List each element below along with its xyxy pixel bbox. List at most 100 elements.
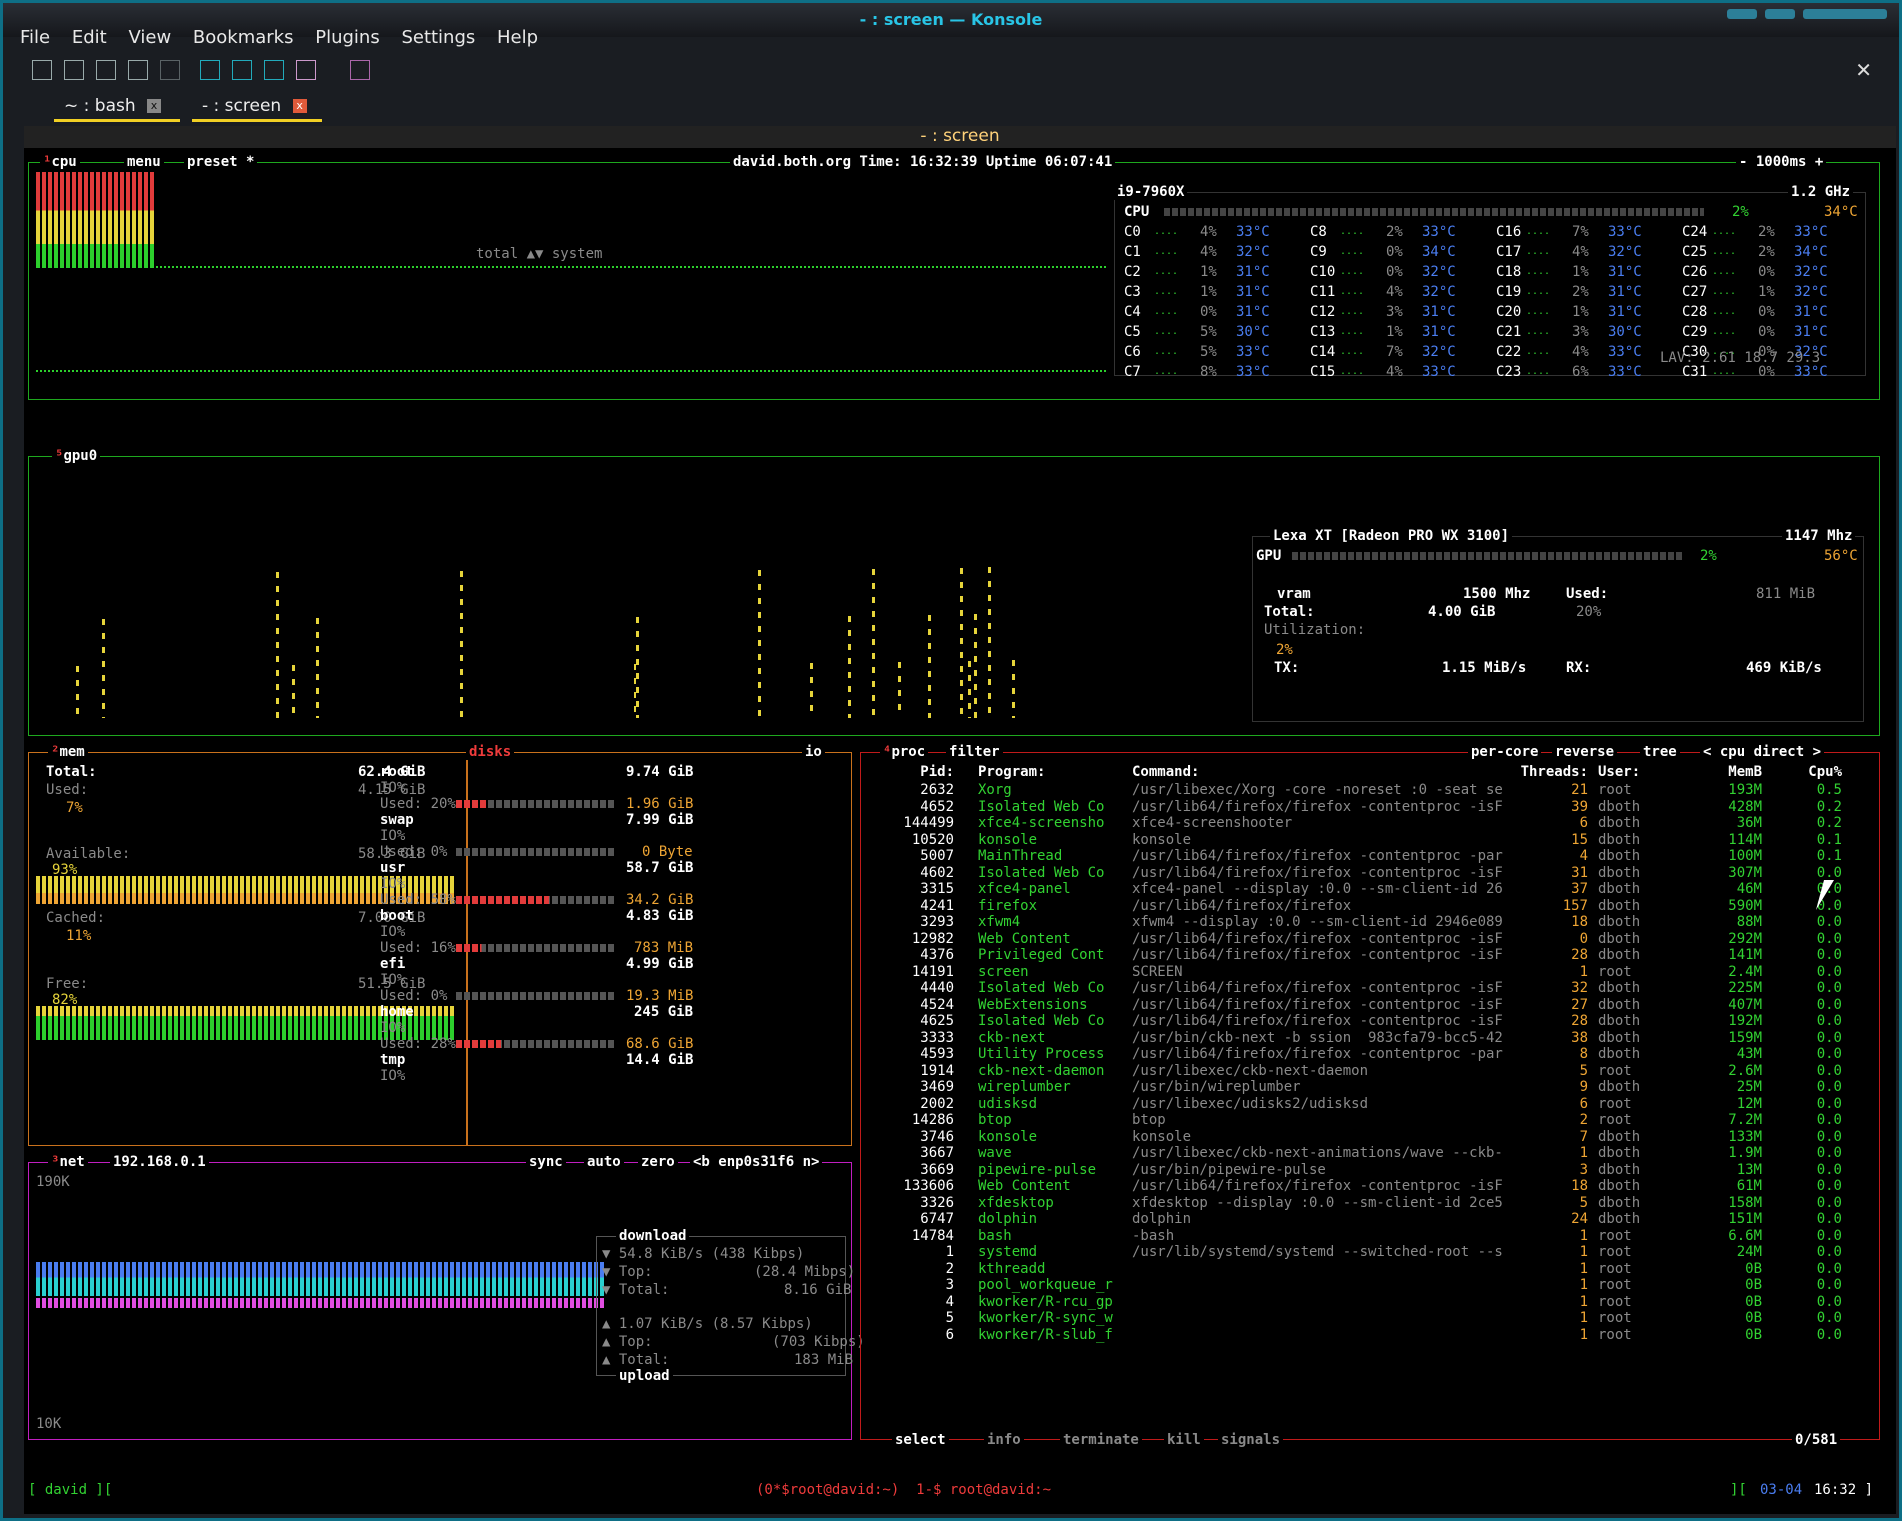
proc-tree[interactable]: tree: [1640, 744, 1680, 760]
chart-icon[interactable]: [296, 60, 316, 80]
profile-sliders-icon[interactable]: [264, 60, 284, 80]
io-toggle[interactable]: io: [802, 744, 825, 760]
proc-label[interactable]: ⁴proc: [880, 744, 929, 760]
net-auto[interactable]: auto: [584, 1154, 624, 1170]
terminal-area[interactable]: - : screen ¹cpu menu preset * david.both…: [24, 126, 1896, 1514]
proc-header-0[interactable]: Pid:: [894, 764, 954, 780]
proc-header-6[interactable]: Cpu%: [1762, 764, 1842, 780]
proc-pid: 4652: [920, 798, 954, 815]
proc-threads: 7: [1579, 1128, 1588, 1145]
proc-header-1[interactable]: Program:: [978, 764, 1045, 780]
net-sync[interactable]: sync: [526, 1154, 566, 1170]
proc-select[interactable]: select: [892, 1432, 949, 1448]
core-pct: 7%: [1572, 224, 1589, 240]
proc-user: dboth: [1598, 864, 1641, 881]
keyboard-icon[interactable]: [200, 60, 220, 80]
split-view-icon[interactable]: [64, 60, 84, 80]
core-temp: 31°C: [1236, 264, 1270, 280]
net-interface[interactable]: <b enp0s31f6 n>: [690, 1154, 823, 1170]
core-temp: 34°C: [1794, 244, 1828, 260]
cpu-preset-label[interactable]: preset *: [184, 154, 258, 170]
proc-per-core[interactable]: per-core: [1468, 744, 1542, 760]
mem-label[interactable]: ²mem: [48, 744, 88, 760]
disks-label[interactable]: disks: [466, 744, 515, 760]
menu-edit[interactable]: Edit: [72, 27, 107, 48]
core-name: C12: [1310, 304, 1336, 320]
proc-terminate[interactable]: terminate: [1060, 1432, 1142, 1448]
proc-mem: 141M: [1728, 947, 1762, 963]
core-pct: 4%: [1200, 224, 1217, 240]
menu-file[interactable]: File: [20, 27, 50, 48]
proc-mem: 7.2M: [1728, 1112, 1762, 1128]
gpu-freq: 1147 Mhz: [1782, 528, 1856, 544]
core-graph: ....: [1340, 306, 1365, 317]
proc-cpu: 0.0: [1816, 930, 1842, 947]
core-graph: ....: [1154, 366, 1179, 377]
close-tab-icon[interactable]: x: [292, 99, 307, 113]
net-label[interactable]: ³net: [48, 1154, 88, 1170]
proc-info[interactable]: info: [984, 1432, 1024, 1448]
cpu-label[interactable]: ¹cpu: [40, 154, 80, 170]
proc-header-4[interactable]: User:: [1598, 764, 1640, 780]
proc-reverse[interactable]: reverse: [1552, 744, 1618, 760]
plugin-icon[interactable]: [350, 60, 370, 80]
core-temp: 31°C: [1422, 304, 1456, 320]
core-graph: ....: [1154, 286, 1179, 297]
gpu-label[interactable]: ⁵gpu0: [52, 448, 101, 464]
close-toolbar-icon[interactable]: ✕: [1855, 58, 1872, 82]
proc-program: xfce4-panel: [978, 881, 1071, 897]
menu-plugins[interactable]: Plugins: [315, 27, 379, 48]
new-tab-icon[interactable]: [32, 60, 52, 80]
proc-threads: 32: [1571, 980, 1588, 996]
core-pct: 4%: [1572, 344, 1589, 360]
proc-header-3[interactable]: Threads:: [1508, 764, 1588, 780]
cpu-interval[interactable]: - 1000ms +: [1736, 154, 1827, 170]
proc-user: dboth: [1598, 980, 1641, 996]
core-name: C9: [1310, 244, 1327, 260]
mem-used-label: Used:: [46, 782, 89, 798]
proc-mem: 13M: [1736, 1161, 1762, 1178]
settings-sliders-icon[interactable]: [232, 60, 252, 80]
screen-status-bar: [ david ][ (0*$root@david:~) 1-$ root@da…: [24, 1478, 1896, 1506]
proc-program: Isolated Web Co: [978, 864, 1105, 881]
core-name: C14: [1310, 344, 1336, 360]
proc-pid: 14784: [911, 1227, 954, 1244]
disk-used-label: Used: 16%: [380, 940, 456, 956]
paste-icon[interactable]: [128, 60, 148, 80]
core-graph: ....: [1340, 286, 1365, 297]
copy-icon[interactable]: [96, 60, 116, 80]
proc-signals[interactable]: signals: [1218, 1432, 1284, 1448]
disk-size: 58.7 GiB: [626, 860, 694, 876]
close-window-button[interactable]: [1803, 9, 1887, 19]
net-zero[interactable]: zero: [638, 1154, 678, 1170]
gpu-pct: 2%: [1700, 548, 1717, 564]
proc-header-2[interactable]: Command:: [1132, 764, 1199, 780]
core-pct: 8%: [1200, 364, 1217, 380]
vram-used-pct: 20%: [1576, 604, 1602, 620]
proc-sort[interactable]: < cpu direct >: [1700, 744, 1825, 760]
tab-screen[interactable]: - : screen x: [192, 96, 322, 122]
close-tab-icon[interactable]: x: [147, 99, 162, 113]
proc-kill[interactable]: kill: [1164, 1432, 1204, 1448]
menu-help[interactable]: Help: [497, 27, 538, 48]
core-temp: 33°C: [1608, 344, 1642, 360]
proc-program: kworker/R-slub_f: [978, 1326, 1113, 1343]
menu-view[interactable]: View: [128, 27, 171, 48]
proc-user: dboth: [1598, 1079, 1641, 1095]
down-top: (28.4 Mibps): [754, 1264, 856, 1280]
proc-command: xfwm4 --display :0.0 --sm-client-id 2946…: [1132, 914, 1503, 930]
cpu-menu-label[interactable]: menu: [124, 154, 164, 170]
tab-bash[interactable]: ~ : bash x: [54, 96, 180, 122]
proc-filter[interactable]: filter: [946, 744, 1003, 760]
minimize-button[interactable]: [1727, 9, 1757, 19]
core-temp: 32°C: [1422, 344, 1456, 360]
find-icon[interactable]: [160, 60, 180, 80]
maximize-button[interactable]: [1765, 9, 1795, 19]
menu-settings[interactable]: Settings: [401, 27, 475, 48]
proc-program: Isolated Web Co: [978, 1013, 1105, 1029]
proc-header-5[interactable]: MemB: [1712, 764, 1762, 780]
proc-user: root: [1598, 1112, 1632, 1128]
menu-bookmarks[interactable]: Bookmarks: [193, 27, 294, 48]
proc-user: root: [1598, 1310, 1632, 1326]
gpu-graph-spike: [960, 560, 963, 718]
